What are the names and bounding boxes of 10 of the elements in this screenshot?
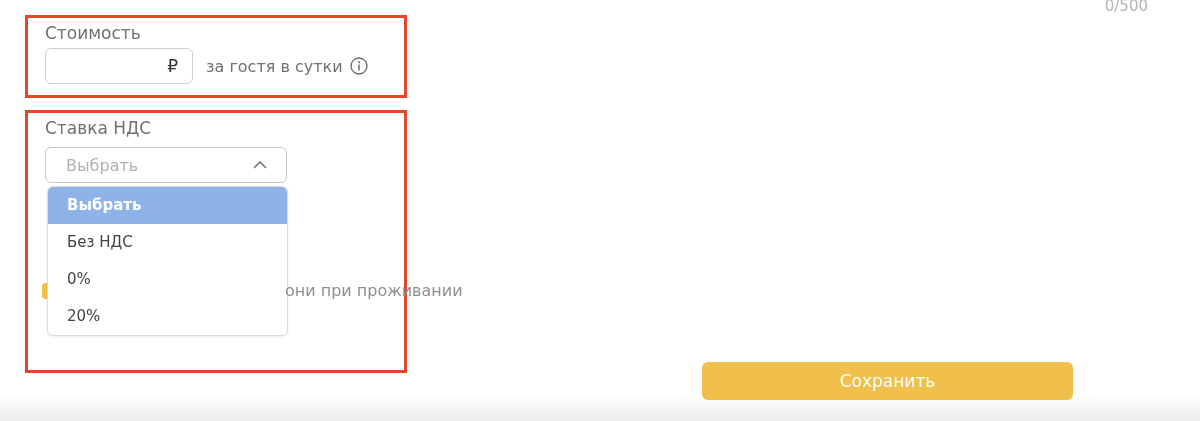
price-field[interactable]: ₽	[45, 48, 193, 84]
dropdown-option[interactable]: 20%	[48, 298, 287, 335]
field-label: Ставка НДС	[45, 117, 153, 139]
field-label: Стоимость	[45, 22, 142, 44]
dropdown-option[interactable]: 0%	[48, 261, 287, 298]
unit-label: за гостя в сутки	[206, 56, 343, 76]
info-icon[interactable]	[349, 57, 368, 75]
chevron-icon	[252, 160, 268, 170]
dropdown-option[interactable]: Без НДС	[48, 224, 287, 261]
character-counter: 0/500	[1104, 0, 1148, 15]
